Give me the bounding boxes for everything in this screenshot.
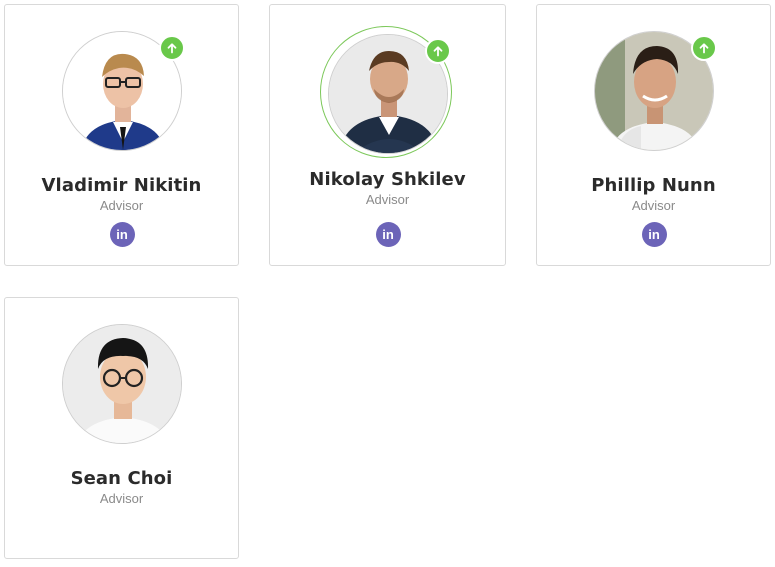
arrow-up-icon[interactable] (158, 35, 185, 61)
avatar-container (319, 26, 452, 158)
team-member-card-phillip-nunn: Phillip Nunn Advisor in (536, 4, 771, 266)
member-name: Phillip Nunn (591, 175, 716, 196)
member-role: Advisor (99, 198, 144, 213)
arrow-up-icon[interactable] (424, 38, 451, 64)
member-name: Sean Choi (70, 468, 173, 489)
member-role: Advisor (365, 192, 410, 207)
arrow-up-icon[interactable] (690, 35, 717, 61)
linkedin-icon[interactable]: in (375, 222, 401, 247)
avatar-container (61, 31, 185, 151)
member-role: Advisor (631, 198, 676, 213)
member-name: Nikolay Shkilev (309, 169, 466, 190)
avatar-container (593, 31, 717, 151)
member-role: Advisor (99, 491, 144, 506)
linkedin-icon[interactable]: in (109, 222, 135, 247)
team-member-card-sean-choi: Sean Choi Advisor (4, 297, 239, 559)
team-member-card-nikolay-shkilev: Nikolay Shkilev Advisor in (269, 4, 506, 266)
avatar (61, 324, 182, 444)
team-member-card-vladimir-nikitin: Vladimir Nikitin Advisor in (4, 4, 239, 266)
member-name: Vladimir Nikitin (41, 175, 202, 196)
linkedin-icon[interactable]: in (641, 222, 667, 247)
avatar-container (61, 324, 182, 444)
